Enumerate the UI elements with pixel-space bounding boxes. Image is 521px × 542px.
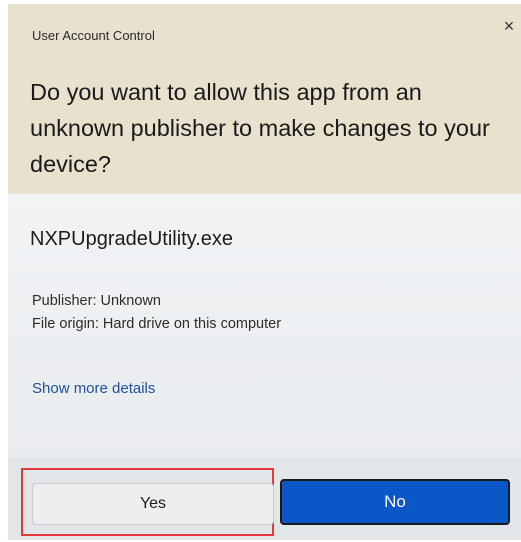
dialog-header: User Account Control × Do you want to al… bbox=[8, 4, 521, 194]
publisher-label: Publisher: Unknown bbox=[32, 293, 161, 309]
dialog-title: User Account Control bbox=[32, 28, 155, 43]
dialog-body: NXPUpgradeUtility.exe Publisher: Unknown… bbox=[8, 194, 521, 458]
no-button[interactable]: No bbox=[280, 479, 510, 525]
app-name: NXPUpgradeUtility.exe bbox=[30, 228, 234, 250]
show-more-details-link[interactable]: Show more details bbox=[32, 380, 155, 397]
app-details: Publisher: Unknown File origin: Hard dri… bbox=[32, 290, 281, 336]
file-origin-label: File origin: Hard drive on this computer bbox=[32, 316, 282, 332]
dialog-question: Do you want to allow this app from an un… bbox=[30, 79, 490, 177]
dialog-footer: Yes No bbox=[8, 458, 521, 540]
yes-button[interactable]: Yes bbox=[32, 483, 274, 525]
uac-dialog: User Account Control × Do you want to al… bbox=[8, 4, 521, 540]
close-icon[interactable]: × bbox=[497, 14, 521, 38]
